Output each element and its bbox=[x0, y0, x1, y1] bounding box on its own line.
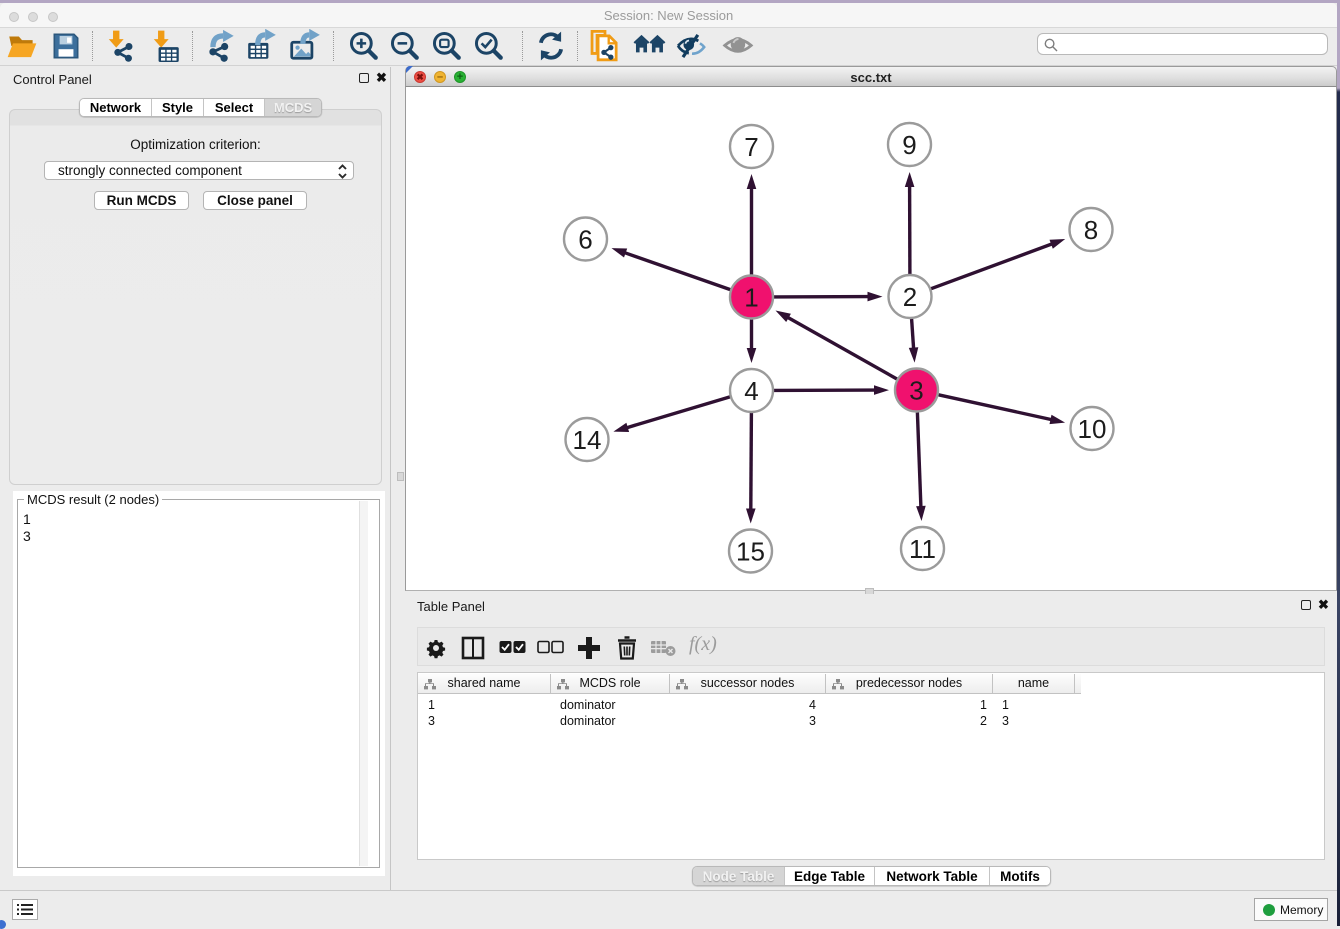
svg-text:8: 8 bbox=[1084, 215, 1098, 245]
svg-text:14: 14 bbox=[573, 425, 602, 455]
svg-text:3: 3 bbox=[909, 376, 923, 406]
svg-text:11: 11 bbox=[909, 534, 936, 564]
svg-text:10: 10 bbox=[1078, 414, 1107, 444]
svg-text:4: 4 bbox=[744, 376, 758, 406]
svg-text:7: 7 bbox=[744, 132, 758, 162]
svg-text:15: 15 bbox=[736, 537, 765, 567]
svg-text:1: 1 bbox=[744, 283, 758, 313]
svg-text:2: 2 bbox=[903, 282, 917, 312]
svg-text:9: 9 bbox=[902, 130, 916, 160]
svg-text:6: 6 bbox=[578, 225, 592, 255]
